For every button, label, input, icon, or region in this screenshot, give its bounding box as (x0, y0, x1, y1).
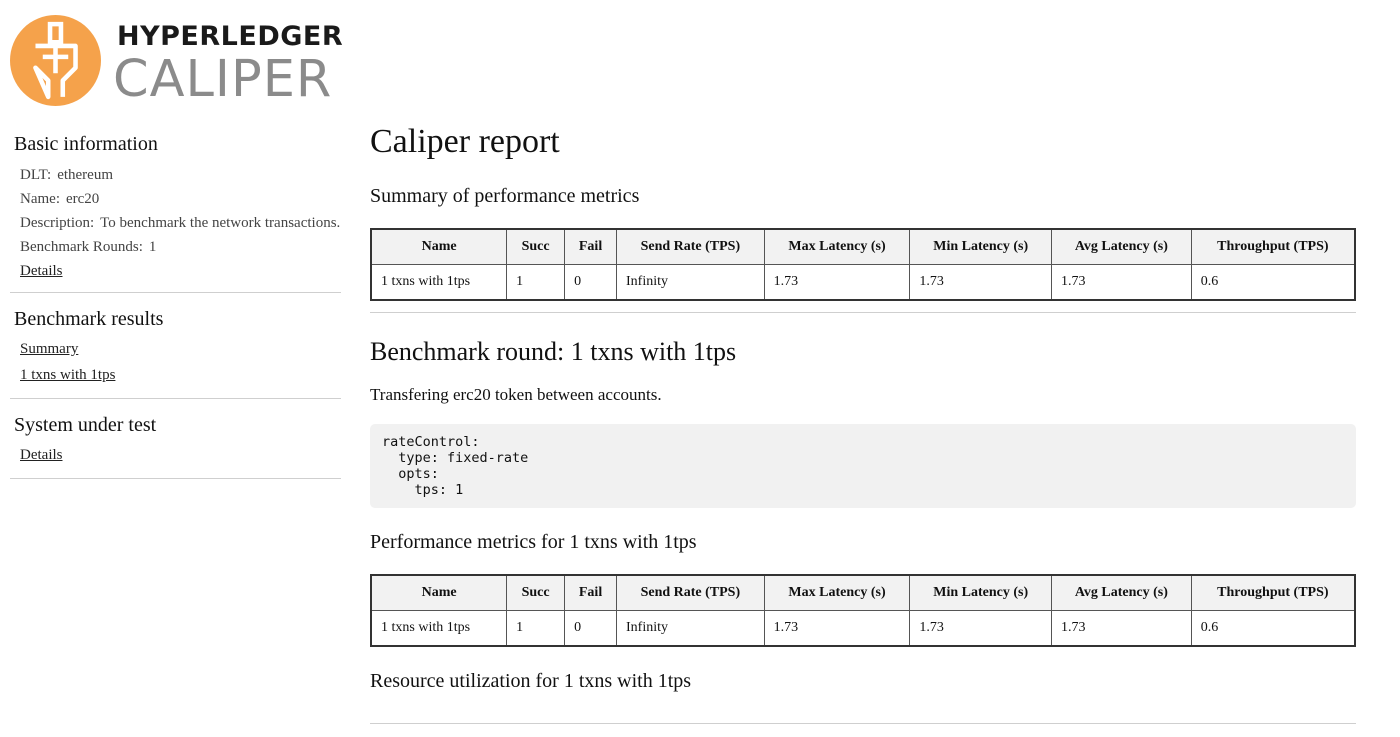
table-row: 1 txns with 1tps 1 0 Infinity 1.73 1.73 … (370, 610, 1356, 647)
rounds-item: Benchmark Rounds: 1 (20, 238, 341, 256)
system-under-test-list: Details (10, 437, 341, 478)
main-content: Caliper report Summary of performance me… (370, 120, 1356, 724)
column-header: Name (370, 574, 508, 611)
rounds-label: Benchmark Rounds: (20, 239, 143, 255)
benchmark-results-list: Summary 1 txns with 1tps (10, 331, 341, 398)
column-header: Succ (506, 228, 566, 265)
basic-details-link[interactable]: Details (20, 263, 63, 279)
column-header: Avg Latency (s) (1051, 574, 1192, 611)
basic-details-item: Details (20, 262, 341, 280)
dlt-value: ethereum (57, 167, 114, 183)
column-header: Succ (506, 574, 566, 611)
column-header: Min Latency (s) (909, 574, 1053, 611)
column-header: Send Rate (TPS) (616, 228, 765, 265)
column-header: Throughput (TPS) (1190, 574, 1356, 611)
column-header: Max Latency (s) (763, 228, 911, 265)
table-cell: 1.73 (763, 610, 911, 647)
logo-wordmark-bottom: CALIPER (113, 50, 333, 109)
resource-utilization-title: Resource utilization for 1 txns with 1tp… (370, 670, 692, 692)
summary-link[interactable]: Summary (20, 341, 78, 357)
column-header: Max Latency (s) (763, 574, 911, 611)
table-cell: 1.73 (909, 610, 1053, 647)
column-header: Fail (564, 228, 618, 265)
round-description: Transfering erc20 token between accounts… (370, 385, 662, 404)
description-label: Description: (20, 215, 95, 231)
table-cell: 1.73 (909, 264, 1053, 301)
description-value: To benchmark the network transactions. (100, 215, 341, 231)
sut-item: Details (20, 446, 341, 464)
logo-wordmark-top: HYPERLEDGER (117, 21, 344, 52)
system-under-test-title: System under test (14, 414, 157, 436)
table-cell: 1.73 (1051, 264, 1192, 301)
table-cell: 1 txns with 1tps (370, 264, 508, 301)
table-cell: 0 (564, 264, 618, 301)
table-cell: 0 (564, 610, 618, 647)
sut-details-link[interactable]: Details (20, 447, 63, 463)
summary-table: Name Succ Fail Send Rate (TPS) Max Laten… (370, 228, 1356, 301)
round-link[interactable]: 1 txns with 1tps (20, 367, 115, 383)
caliper-logo-icon (10, 15, 101, 106)
benchmark-results-title: Benchmark results (14, 308, 164, 330)
table-header-row: Name Succ Fail Send Rate (TPS) Max Laten… (370, 574, 1356, 611)
table-cell: 1 (506, 264, 566, 301)
performance-table: Name Succ Fail Send Rate (TPS) Max Laten… (370, 574, 1356, 647)
system-under-test-section: System under test Details (10, 399, 341, 479)
table-cell: 1 txns with 1tps (370, 610, 508, 647)
basic-info-title: Basic information (14, 133, 158, 155)
dlt-label: DLT: (20, 167, 52, 183)
description-item: Description: To benchmark the network tra… (20, 214, 341, 232)
round-title: Benchmark round: 1 txns with 1tps (370, 337, 737, 366)
hyperledger-caliper-logo: HYPERLEDGER CALIPER (10, 0, 344, 118)
results-item: Summary (20, 340, 341, 358)
table-row: 1 txns with 1tps 1 0 Infinity 1.73 1.73 … (370, 264, 1356, 301)
table-cell: 1.73 (763, 264, 911, 301)
name-value: erc20 (65, 191, 100, 207)
results-item: 1 txns with 1tps (20, 366, 341, 384)
table-cell: 1 (506, 610, 566, 647)
column-header: Min Latency (s) (909, 228, 1053, 265)
name-item: Name: erc20 (20, 190, 341, 208)
summary-title: Summary of performance metrics (370, 185, 640, 207)
table-cell: 1.73 (1051, 610, 1192, 647)
column-header: Fail (564, 574, 618, 611)
basic-info-section: Basic information DLT: ethereum Name: erc2… (10, 118, 341, 293)
benchmark-results-section: Benchmark results Summary 1 txns with 1t… (10, 293, 341, 399)
basic-info-list: DLT: ethereum Name: erc20 Description: To b… (10, 156, 341, 292)
sidebar: HYPERLEDGER CALIPER Basic information DL… (10, 0, 344, 479)
dlt-item: DLT: ethereum (20, 166, 341, 184)
column-header: Name (370, 228, 508, 265)
section-divider (370, 312, 1356, 313)
table-cell: Infinity (616, 610, 765, 647)
section-divider (370, 723, 1356, 724)
report-page: HYPERLEDGER CALIPER Basic information DL… (0, 0, 1400, 737)
table-header-row: Name Succ Fail Send Rate (TPS) Max Laten… (370, 228, 1356, 265)
name-label: Name: (20, 191, 60, 207)
column-header: Throughput (TPS) (1190, 228, 1356, 265)
table-cell: Infinity (616, 264, 765, 301)
report-title: Caliper report (370, 123, 560, 160)
table-cell: 0.6 (1190, 264, 1356, 301)
column-header: Send Rate (TPS) (616, 574, 765, 611)
column-header: Avg Latency (s) (1051, 228, 1192, 265)
performance-title: Performance metrics for 1 txns with 1tps (370, 531, 697, 553)
table-cell: 0.6 (1190, 610, 1356, 647)
rounds-value: 1 (148, 239, 157, 255)
rate-control-config: rateControl: type: fixed-rate opts: tps:… (370, 424, 1356, 508)
